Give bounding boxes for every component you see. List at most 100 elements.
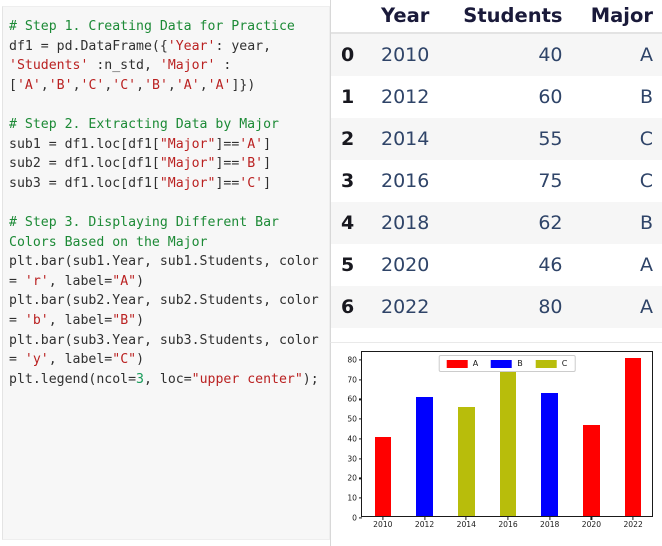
code-token: 'Students' xyxy=(9,58,89,74)
table-cell-students: 55 xyxy=(538,128,563,150)
code-token: ) xyxy=(136,352,145,368)
y-axis-tick-mark xyxy=(358,438,362,440)
code-token: , xyxy=(167,77,176,93)
table-body: 0 2010 40 A 1 2012 60 B 2 2014 55 C 3 2016 75 C 4 2018 62 B… xyxy=(331,33,662,328)
legend-swatch xyxy=(491,359,513,368)
code-token: 'b' xyxy=(24,312,49,328)
table-cell-students: 75 xyxy=(538,170,563,192)
table-header: Year Students Major xyxy=(331,0,662,34)
code-token: "Major" xyxy=(159,175,216,191)
code-token: # Step 3. Displaying Different Bar Color… xyxy=(9,214,287,250)
code-line: # Step 1. Creating Data for Practice xyxy=(9,17,325,37)
x-axis-tick-mark xyxy=(549,516,551,520)
code-token: , loc= xyxy=(144,371,192,387)
table-row: 1 2012 60 B xyxy=(331,76,662,118)
table-row: 3 2016 75 C xyxy=(331,160,662,202)
code-token: ] xyxy=(263,156,272,172)
code-line: plt.legend(ncol=3, loc="upper center"); xyxy=(9,370,325,390)
code-token: 'C' xyxy=(239,175,264,191)
code-token: 'A' xyxy=(16,77,41,93)
code-token: 'Year' xyxy=(167,38,216,54)
legend-label: B xyxy=(517,359,523,368)
table-cell-major: B xyxy=(639,86,653,108)
code-line: df1 = pd.DataFrame({'Year': year, 'Stude… xyxy=(9,37,325,96)
table-row: 4 2018 62 B xyxy=(331,202,662,244)
legend-label: A xyxy=(472,359,479,368)
code-token: 'C' xyxy=(112,77,137,93)
table-cell-year: 2022 xyxy=(381,296,430,318)
code-token: plt.legend(ncol= xyxy=(9,371,137,387)
code-token: sub3 = df1.loc[df1[ xyxy=(9,175,160,191)
y-axis-tick-label: 20 xyxy=(347,473,357,483)
code-token: 'y' xyxy=(24,352,49,368)
legend-entry: A xyxy=(446,359,479,368)
code-token: 'B' xyxy=(144,77,168,93)
code-token: "upper center" xyxy=(191,371,303,387)
code-token: : year, xyxy=(215,38,279,54)
table-cell-year: 2020 xyxy=(381,254,430,276)
table-cell-major: A xyxy=(640,44,653,66)
code-token: # Step 2. Extracting Data by Major xyxy=(9,116,279,132)
table-cell-year: 2012 xyxy=(381,86,430,108)
table-cell-students: 62 xyxy=(538,212,563,234)
code-line: sub2 = df1.loc[df1["Major"]=='B'] xyxy=(9,154,325,174)
table-cell-major: C xyxy=(639,128,653,150)
code-token: sub2 = df1.loc[df1[ xyxy=(9,156,160,172)
code-token: , xyxy=(136,77,145,93)
code-token: , label= xyxy=(48,312,113,328)
code-token: "A" xyxy=(112,273,137,289)
table-row: 2 2014 55 C xyxy=(331,118,662,160)
code-token: ]== xyxy=(215,156,240,172)
code-token: :n_std, xyxy=(88,58,160,74)
y-axis-tick-label: 70 xyxy=(347,375,357,385)
y-axis-tick-label: 50 xyxy=(347,414,357,424)
y-axis-tick-label: 10 xyxy=(347,493,357,503)
chart-axes: 0 10 20 30 40 50 60 70 80 2010 2012 2014 2016 2018 202… xyxy=(347,351,653,529)
y-axis-tick-label: 0 xyxy=(352,513,357,523)
x-axis-tick-label: 2018 xyxy=(540,520,560,529)
x-axis-tick-label: 2014 xyxy=(456,520,476,529)
code-token: "C" xyxy=(112,352,137,368)
x-axis-tick-label: 2022 xyxy=(623,520,643,529)
x-axis-tick-label: 2020 xyxy=(581,520,602,529)
chart-bar xyxy=(374,436,392,516)
column-header-students: Students xyxy=(439,0,573,34)
y-axis-tick-mark xyxy=(358,477,362,480)
table-row: 5 2020 46 A xyxy=(331,244,662,286)
chart-bar xyxy=(457,407,475,516)
table-cell-year: 2010 xyxy=(381,44,430,66)
python-code-block[interactable]: # Step 1. Creating Data for Practice df1 … xyxy=(2,6,330,540)
y-axis-tick-mark xyxy=(358,418,362,420)
table-header-row: Year Students Major xyxy=(331,0,662,34)
code-token: "Major" xyxy=(159,136,216,152)
code-token: df1 = pd.DataFrame({ xyxy=(9,38,168,54)
table-cell-major: B xyxy=(639,212,653,234)
code-token: ); xyxy=(302,371,319,387)
column-header-index xyxy=(331,0,365,34)
code-token: 'r' xyxy=(24,273,49,289)
code-token: 'B' xyxy=(48,77,73,93)
notebook-screenshot: # Step 1. Creating Data for Practice df1 … xyxy=(0,0,662,546)
table-cell-index: 6 xyxy=(341,296,355,318)
table-cell-index: 5 xyxy=(341,254,355,276)
matplotlib-figure: 0 10 20 30 40 50 60 70 80 2010 2012 2014 2016 2018 202… xyxy=(333,345,661,545)
x-axis-tick-mark xyxy=(590,516,593,520)
chart-bar xyxy=(541,393,559,516)
y-axis-tick-mark xyxy=(358,398,362,401)
code-line: plt.bar(sub2.Year, sub2.Students, color … xyxy=(9,291,325,330)
code-line: # Step 3. Displaying Different Bar Color… xyxy=(9,213,325,252)
code-token: , label= xyxy=(48,352,113,368)
code-token: , xyxy=(40,77,49,93)
code-cell-panel: # Step 1. Creating Data for Practice df1 … xyxy=(0,0,330,546)
legend-swatch xyxy=(446,359,468,368)
code-line: plt.bar(sub3.Year, sub3.Students, color … xyxy=(9,331,325,370)
code-token: 'C' xyxy=(80,77,105,93)
y-axis-tick-mark xyxy=(358,359,362,361)
table-cell-index: 3 xyxy=(341,170,355,192)
table-cell-students: 80 xyxy=(538,296,563,318)
table-cell-index: 2 xyxy=(341,128,355,150)
table-cell-year: 2014 xyxy=(381,128,430,150)
x-axis-tick-mark xyxy=(632,516,634,520)
y-axis-tick-mark xyxy=(358,497,362,499)
code-token: 'B' xyxy=(239,156,264,172)
